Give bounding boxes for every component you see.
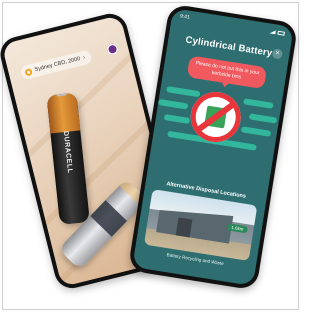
duracell-battery-image: DURACELL xyxy=(46,92,90,225)
camera-button-icon[interactable] xyxy=(105,42,120,56)
battery-status-icon xyxy=(277,30,285,36)
stripe xyxy=(157,98,189,110)
battery-band xyxy=(90,200,128,237)
status-time: 9:41 xyxy=(179,13,191,21)
chevron-right-icon: › xyxy=(82,54,86,62)
location-pin-icon xyxy=(24,67,33,77)
stripe xyxy=(248,113,278,124)
location-selector[interactable]: Sydney CBD, 2000 › xyxy=(19,49,93,81)
signal-icon xyxy=(269,29,276,34)
location-label: Sydney CBD, 2000 xyxy=(34,55,81,74)
page-title: Cylindrical Battery xyxy=(184,34,274,60)
battery-brand-text: DURACELL xyxy=(61,130,74,174)
prohibition-slash xyxy=(195,101,237,134)
stripe xyxy=(163,114,191,125)
facility-door xyxy=(175,217,193,238)
status-icons xyxy=(269,28,285,38)
battery-copper-top xyxy=(46,92,81,134)
stripe xyxy=(240,126,272,137)
stripe xyxy=(166,86,201,98)
stripe xyxy=(243,98,274,109)
facility-building xyxy=(156,204,233,243)
